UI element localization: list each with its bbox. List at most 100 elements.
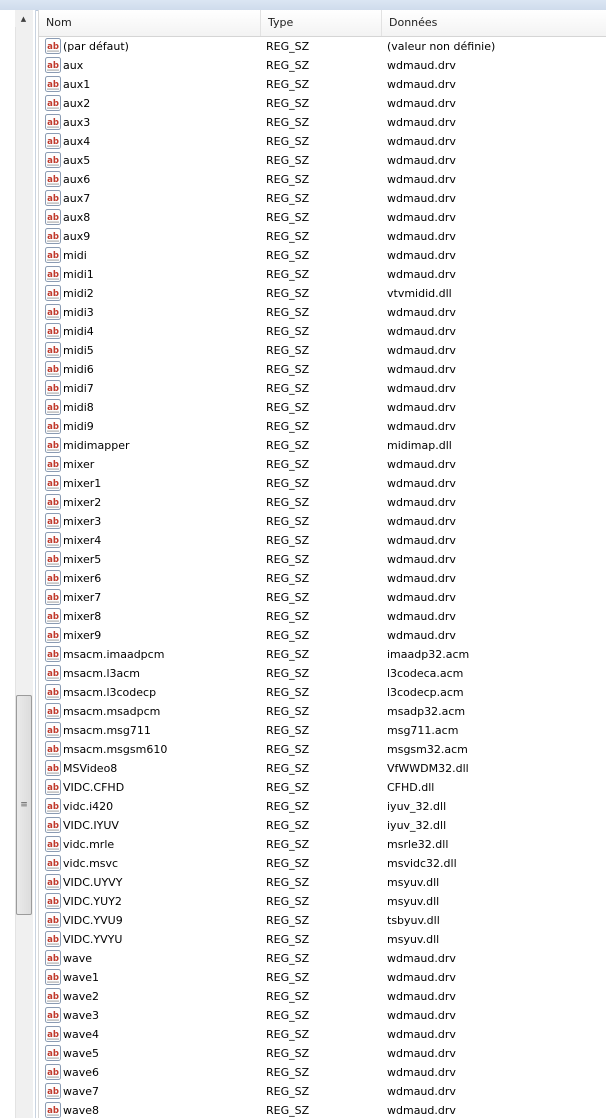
list-row[interactable]: ab aux9 REG_SZ wdmaud.drv: [39, 227, 606, 246]
list-row[interactable]: ab wave8 REG_SZ wdmaud.drv: [39, 1101, 606, 1118]
list-row[interactable]: ab mixer1 REG_SZ wdmaud.drv: [39, 474, 606, 493]
list-row[interactable]: ab vidc.i420 REG_SZ iyuv_32.dll: [39, 797, 606, 816]
list-row[interactable]: ab mixer6 REG_SZ wdmaud.drv: [39, 569, 606, 588]
list-row[interactable]: ab aux2 REG_SZ wdmaud.drv: [39, 94, 606, 113]
value-data: wdmaud.drv: [387, 515, 456, 528]
list-row[interactable]: ab midi1 REG_SZ wdmaud.drv: [39, 265, 606, 284]
column-header-data[interactable]: Données: [382, 10, 606, 36]
value-data: wdmaud.drv: [387, 1028, 456, 1041]
list-row[interactable]: ab midimapper REG_SZ midimap.dll: [39, 436, 606, 455]
values-list-body: ab (par défaut) REG_SZ (valeur non définie)…: [39, 37, 606, 1118]
value-data: wdmaud.drv: [387, 268, 456, 281]
value-name: aux9: [63, 230, 91, 243]
value-type: REG_SZ: [266, 268, 310, 281]
list-row[interactable]: ab wave1 REG_SZ wdmaud.drv: [39, 968, 606, 987]
value-data: msg711.acm: [387, 724, 459, 737]
value-name: mixer3: [63, 515, 102, 528]
value-data: wdmaud.drv: [387, 325, 456, 338]
value-name: aux8: [63, 211, 91, 224]
value-name: wave7: [63, 1085, 100, 1098]
list-row[interactable]: ab midi3 REG_SZ wdmaud.drv: [39, 303, 606, 322]
list-row[interactable]: ab mixer9 REG_SZ wdmaud.drv: [39, 626, 606, 645]
list-row[interactable]: ab aux7 REG_SZ wdmaud.drv: [39, 189, 606, 208]
list-row[interactable]: ab msacm.msadpcm REG_SZ msadp32.acm: [39, 702, 606, 721]
value-data: wdmaud.drv: [387, 1104, 456, 1117]
list-row[interactable]: ab vidc.msvc REG_SZ msvidc32.dll: [39, 854, 606, 873]
value-type: REG_SZ: [266, 1066, 310, 1079]
value-data: (valeur non définie): [387, 40, 496, 53]
list-row[interactable]: ab msacm.l3acm REG_SZ l3codeca.acm: [39, 664, 606, 683]
list-row[interactable]: ab msacm.imaadpcm REG_SZ imaadp32.acm: [39, 645, 606, 664]
list-row[interactable]: ab midi7 REG_SZ wdmaud.drv: [39, 379, 606, 398]
list-row[interactable]: ab VIDC.UYVY REG_SZ msyuv.dll: [39, 873, 606, 892]
value-name: wave8: [63, 1104, 100, 1117]
list-row[interactable]: ab wave4 REG_SZ wdmaud.drv: [39, 1025, 606, 1044]
list-row[interactable]: ab aux8 REG_SZ wdmaud.drv: [39, 208, 606, 227]
reg-sz-string-icon: ab: [45, 437, 61, 453]
list-row[interactable]: ab VIDC.YVU9 REG_SZ tsbyuv.dll: [39, 911, 606, 930]
list-row[interactable]: ab mixer7 REG_SZ wdmaud.drv: [39, 588, 606, 607]
vertical-scrollbar-thumb[interactable]: ≡: [16, 695, 32, 915]
list-row[interactable]: ab msacm.l3codecp REG_SZ l3codecp.acm: [39, 683, 606, 702]
value-data: wdmaud.drv: [387, 610, 456, 623]
list-row[interactable]: ab midi9 REG_SZ wdmaud.drv: [39, 417, 606, 436]
value-name: midi: [63, 249, 87, 262]
list-row[interactable]: ab VIDC.YUY2 REG_SZ msyuv.dll: [39, 892, 606, 911]
list-row[interactable]: ab wave5 REG_SZ wdmaud.drv: [39, 1044, 606, 1063]
value-type: REG_SZ: [266, 211, 310, 224]
list-row[interactable]: ab midi REG_SZ wdmaud.drv: [39, 246, 606, 265]
list-row[interactable]: ab midi4 REG_SZ wdmaud.drv: [39, 322, 606, 341]
list-row[interactable]: ab aux REG_SZ wdmaud.drv: [39, 56, 606, 75]
list-row[interactable]: ab aux3 REG_SZ wdmaud.drv: [39, 113, 606, 132]
value-type: REG_SZ: [266, 1104, 310, 1117]
vertical-scrollbar-track[interactable]: [15, 10, 33, 1118]
reg-sz-string-icon: ab: [45, 1045, 61, 1061]
value-name: wave4: [63, 1028, 100, 1041]
list-row[interactable]: ab vidc.mrle REG_SZ msrle32.dll: [39, 835, 606, 854]
reg-sz-string-icon: ab: [45, 76, 61, 92]
list-row[interactable]: ab mixer8 REG_SZ wdmaud.drv: [39, 607, 606, 626]
list-row[interactable]: ab aux1 REG_SZ wdmaud.drv: [39, 75, 606, 94]
value-data: wdmaud.drv: [387, 192, 456, 205]
list-row[interactable]: ab wave3 REG_SZ wdmaud.drv: [39, 1006, 606, 1025]
value-name: midi1: [63, 268, 94, 281]
reg-sz-string-icon: ab: [45, 418, 61, 434]
list-row[interactable]: ab wave7 REG_SZ wdmaud.drv: [39, 1082, 606, 1101]
column-header-type[interactable]: Type: [261, 10, 382, 36]
list-row[interactable]: ab aux5 REG_SZ wdmaud.drv: [39, 151, 606, 170]
list-row[interactable]: ab VIDC.CFHD REG_SZ CFHD.dll: [39, 778, 606, 797]
list-row[interactable]: ab midi5 REG_SZ wdmaud.drv: [39, 341, 606, 360]
scroll-up-arrow-icon[interactable]: ▲: [15, 10, 32, 27]
list-row[interactable]: ab wave6 REG_SZ wdmaud.drv: [39, 1063, 606, 1082]
list-row[interactable]: ab aux4 REG_SZ wdmaud.drv: [39, 132, 606, 151]
list-row[interactable]: ab midi8 REG_SZ wdmaud.drv: [39, 398, 606, 417]
list-row[interactable]: ab mixer5 REG_SZ wdmaud.drv: [39, 550, 606, 569]
value-type: REG_SZ: [266, 667, 310, 680]
list-row[interactable]: ab mixer4 REG_SZ wdmaud.drv: [39, 531, 606, 550]
value-data: wdmaud.drv: [387, 952, 456, 965]
value-type: REG_SZ: [266, 401, 310, 414]
reg-sz-string-icon: ab: [45, 399, 61, 415]
column-header-name[interactable]: Nom: [39, 10, 261, 36]
reg-sz-string-icon: ab: [45, 817, 61, 833]
list-row[interactable]: ab msacm.msg711 REG_SZ msg711.acm: [39, 721, 606, 740]
list-row[interactable]: ab mixer3 REG_SZ wdmaud.drv: [39, 512, 606, 531]
list-row[interactable]: ab MSVideo8 REG_SZ VfWWDM32.dll: [39, 759, 606, 778]
list-row[interactable]: ab mixer2 REG_SZ wdmaud.drv: [39, 493, 606, 512]
reg-sz-string-icon: ab: [45, 874, 61, 890]
list-row[interactable]: ab wave REG_SZ wdmaud.drv: [39, 949, 606, 968]
list-row[interactable]: ab VIDC.YVYU REG_SZ msyuv.dll: [39, 930, 606, 949]
list-row[interactable]: ab wave2 REG_SZ wdmaud.drv: [39, 987, 606, 1006]
reg-sz-string-icon: ab: [45, 646, 61, 662]
value-name: (par défaut): [63, 40, 129, 53]
list-row[interactable]: ab aux6 REG_SZ wdmaud.drv: [39, 170, 606, 189]
value-name: mixer: [63, 458, 95, 471]
list-row[interactable]: ab midi6 REG_SZ wdmaud.drv: [39, 360, 606, 379]
value-name: aux3: [63, 116, 91, 129]
value-type: REG_SZ: [266, 800, 310, 813]
list-row[interactable]: ab (par défaut) REG_SZ (valeur non définie): [39, 37, 606, 56]
list-row[interactable]: ab mixer REG_SZ wdmaud.drv: [39, 455, 606, 474]
list-row[interactable]: ab msacm.msgsm610 REG_SZ msgsm32.acm: [39, 740, 606, 759]
list-row[interactable]: ab midi2 REG_SZ vtvmidid.dll: [39, 284, 606, 303]
list-row[interactable]: ab VIDC.IYUV REG_SZ iyuv_32.dll: [39, 816, 606, 835]
